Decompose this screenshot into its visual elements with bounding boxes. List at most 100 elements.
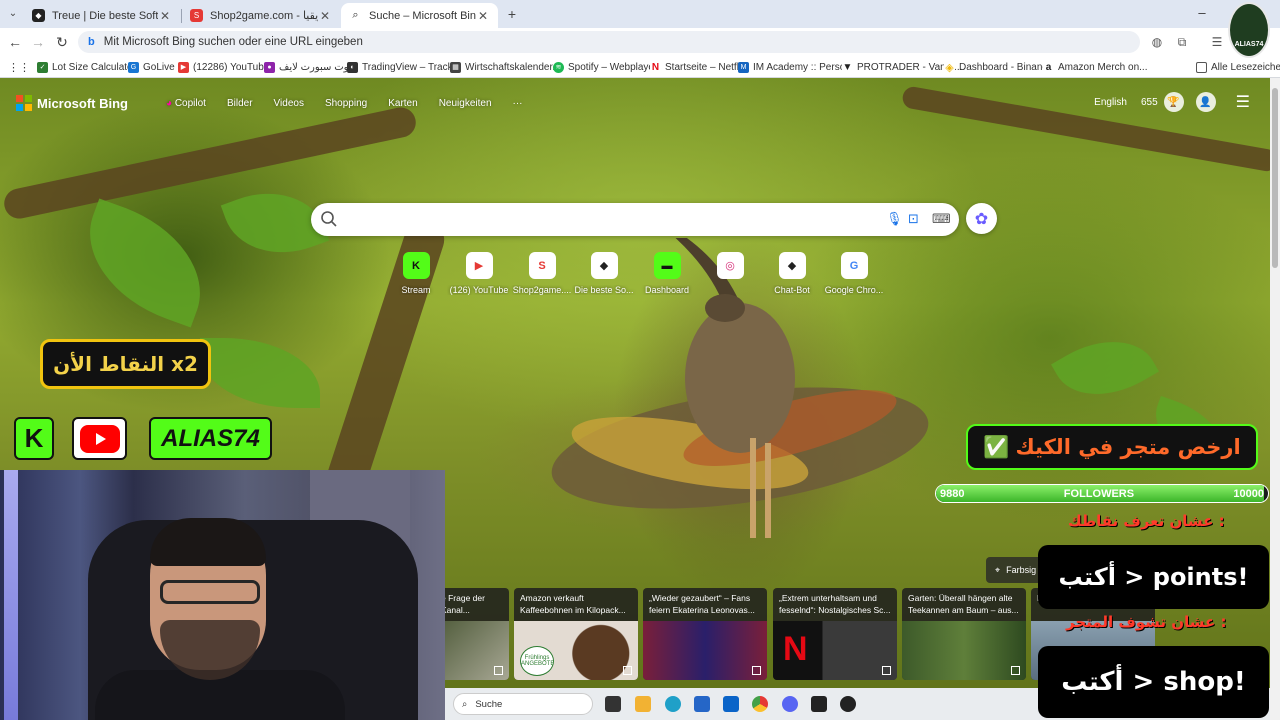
- microphone-icon[interactable]: 🎙: [886, 211, 903, 227]
- extensions-icon[interactable]: ⧉: [1175, 35, 1189, 49]
- discord-icon[interactable]: [782, 696, 798, 712]
- bookmark-dot-sport[interactable]: ● دوت سبورت لايف: [264, 60, 353, 74]
- led-light: [4, 470, 18, 720]
- quicklink-shop2game[interactable]: S Shop2game....: [510, 252, 574, 295]
- close-icon[interactable]: ✕: [318, 9, 332, 23]
- apps-icon[interactable]: ⋮⋮: [8, 60, 30, 74]
- new-tab-button[interactable]: +: [503, 5, 521, 23]
- background-leaf: [200, 338, 320, 408]
- nav-videos[interactable]: Videos: [274, 98, 304, 109]
- visual-search-icon[interactable]: ⊡: [908, 211, 919, 227]
- reading-list-icon[interactable]: ☰: [1210, 35, 1224, 49]
- youtube-play-icon: [79, 424, 120, 453]
- academy-icon: M: [738, 61, 749, 73]
- quicklink-youtube[interactable]: ▶ (126) YouTube: [447, 252, 511, 295]
- streaming-app-icon[interactable]: [811, 696, 827, 712]
- quicklink-google-chrome[interactable]: G Google Chro...: [822, 252, 886, 295]
- rewards-points[interactable]: 655: [1141, 97, 1158, 108]
- news-card[interactable]: „Extrem unterhaltsam und fesselnd“: Nost…: [773, 588, 897, 680]
- quicklink-chatbot[interactable]: ◆ Chat-Bot: [760, 252, 824, 295]
- nav-images[interactable]: Bilder: [227, 98, 253, 109]
- forward-button[interactable]: →: [29, 33, 47, 51]
- news-card[interactable]: „Wieder gezaubert“ – Fans feiern Ekateri…: [643, 588, 767, 680]
- bing-top-right: English 655 🏆 👤 ☰: [1084, 92, 1250, 112]
- bookmark-im-academy[interactable]: M IM Academy :: Perso...: [738, 60, 854, 74]
- close-icon[interactable]: ✕: [476, 9, 490, 23]
- news-card[interactable]: Amazon verkauft Kaffeebohnen im Kilopack…: [514, 588, 638, 680]
- quicklink-dashboard[interactable]: ▬ Dashboard: [635, 252, 699, 295]
- news-title: „Wieder gezaubert“ – Fans feiern Ekateri…: [649, 593, 755, 615]
- avatar[interactable]: 👤: [1195, 92, 1216, 112]
- tab-bing[interactable]: ⌕ Suche – Microsoft Bing ✕: [341, 3, 498, 28]
- chrome-icon[interactable]: [752, 696, 768, 712]
- search-input[interactable]: 🎙 ⊡ ⌨: [311, 203, 959, 236]
- rewards-icon[interactable]: 🏆: [1163, 92, 1184, 112]
- cheapest-shop-text: ارخص متجر في الكيك: [1015, 435, 1241, 459]
- address-bar[interactable]: b Mit Microsoft Bing suchen oder eine UR…: [78, 31, 1140, 53]
- language-link[interactable]: English: [1094, 97, 1127, 108]
- more-icon[interactable]: [882, 666, 891, 675]
- hamburger-menu-icon[interactable]: ☰: [1236, 92, 1250, 112]
- news-card[interactable]: e Frage der Kanal...: [435, 588, 509, 680]
- netflix-icon: N: [783, 630, 808, 668]
- youtube-logo-icon: [72, 417, 127, 460]
- quicklink-software[interactable]: ◆ Die beste So...: [572, 252, 636, 295]
- bookmark-wirtschaftskalender[interactable]: ▦ Wirtschaftskalender...: [450, 60, 561, 74]
- copilot-button[interactable]: ✿: [966, 203, 997, 234]
- more-icon[interactable]: [752, 666, 761, 675]
- reload-button[interactable]: ↻: [53, 33, 71, 51]
- nav-copilot[interactable]: ◕ Copilot: [166, 98, 206, 109]
- shield-icon: ◆: [590, 252, 618, 279]
- outlook-icon[interactable]: [723, 696, 739, 712]
- location-pin-icon: ⌖: [995, 564, 1001, 575]
- scrollbar-thumb[interactable]: [1272, 88, 1278, 268]
- quicklink-label: Stream: [401, 285, 431, 295]
- bookmark-netflix[interactable]: N Startseite – Netflix: [650, 60, 746, 74]
- bookmark-spotify[interactable]: ≋ Spotify – Webplayer: [553, 60, 657, 74]
- bookmark-lot-size[interactable]: ✓ Lot Size Calculator: [37, 60, 136, 74]
- file-explorer-icon[interactable]: [635, 696, 651, 712]
- page-scrollbar[interactable]: [1270, 78, 1280, 720]
- quicklink-label: (126) YouTube: [449, 285, 509, 295]
- followers-label: FOLLOWERS: [1063, 487, 1135, 500]
- bookmark-tradingview[interactable]: ◐ TradingView – Track...: [347, 60, 461, 74]
- keyboard-icon[interactable]: ⌨: [932, 211, 951, 227]
- obs-icon[interactable]: [840, 696, 856, 712]
- shop2game-icon: S: [190, 9, 203, 22]
- channel-logo-text: ALIAS74: [1234, 41, 1264, 48]
- followers-goal-bar: 9880 FOLLOWERS 10000: [935, 484, 1269, 503]
- tab-list-dropdown[interactable]: ⌄: [4, 5, 22, 23]
- webcam-feed: [0, 470, 445, 720]
- tab-treue[interactable]: ◆ Treue | Die beste Software zur G ✕: [24, 3, 180, 28]
- more-icon[interactable]: [623, 666, 632, 675]
- all-bookmarks[interactable]: Alle Lesezeichen: [1196, 60, 1280, 74]
- folder-icon: [1196, 61, 1207, 73]
- nav-news[interactable]: Neuigkeiten: [439, 98, 492, 109]
- globe-icon[interactable]: ◍: [1150, 35, 1164, 49]
- nav-maps[interactable]: Karten: [388, 98, 417, 109]
- taskbar-search[interactable]: ⌕ Suche: [453, 693, 593, 715]
- nav-more[interactable]: ···: [513, 98, 523, 109]
- news-card[interactable]: Garten: Überall hängen alte Teekannen am…: [902, 588, 1026, 680]
- more-icon[interactable]: [494, 666, 503, 675]
- back-button[interactable]: ←: [6, 33, 24, 51]
- tab-shop2game[interactable]: S Shop2game.com - شمال أفريقيا ✕: [182, 3, 340, 28]
- chatbot-icon: ◆: [778, 252, 806, 279]
- bookmark-binance[interactable]: ◈ Dashboard - Binance: [944, 60, 1053, 74]
- quicklink-instagram[interactable]: ◎: [698, 252, 762, 285]
- quicklink-stream[interactable]: K Stream: [384, 252, 448, 295]
- edge-icon[interactable]: [665, 696, 681, 712]
- bookmark-youtube[interactable]: ▶ (12286) YouTube: [178, 60, 269, 74]
- bing-logo[interactable]: Microsoft Bing: [16, 95, 128, 111]
- bookmark-golive[interactable]: G GoLive: [128, 60, 175, 74]
- nav-shopping[interactable]: Shopping: [325, 98, 367, 109]
- search-icon: ⌕: [462, 698, 468, 710]
- quicklink-label: Shop2game....: [512, 285, 572, 295]
- close-icon[interactable]: ✕: [158, 9, 172, 23]
- store-icon[interactable]: [694, 696, 710, 712]
- minimize-button[interactable]: –: [1192, 5, 1212, 20]
- bookmark-amazon-merch[interactable]: a Amazon Merch on...: [1043, 60, 1147, 74]
- image-location-chip[interactable]: ⌖ Farbsig: [986, 557, 1046, 583]
- task-view-icon[interactable]: [605, 696, 621, 712]
- more-icon[interactable]: [1011, 666, 1020, 675]
